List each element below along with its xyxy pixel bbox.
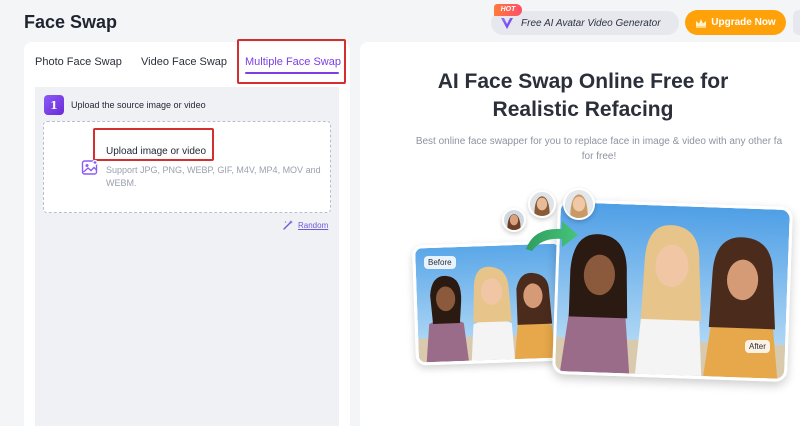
hero-subtitle: Best online face swapper for you to repl… (398, 134, 800, 162)
magic-wand-icon (283, 220, 293, 230)
after-photo (552, 198, 793, 383)
upload-format-hint: Support JPG, PNG, WEBP, GIF, M4V, MP4, M… (106, 165, 321, 188)
tab-photo-face-swap[interactable]: Photo Face Swap (35, 56, 122, 68)
random-label: Random (298, 220, 329, 230)
app-title: Face Swap (24, 12, 118, 32)
step-number-badge: 1 (44, 95, 64, 115)
source-face-avatar-3 (563, 188, 595, 220)
tab-highlight-box (237, 39, 346, 84)
upgrade-now-button[interactable]: Upgrade Now (685, 10, 786, 35)
header-edge-button[interactable] (793, 10, 800, 35)
image-icon (81, 159, 98, 175)
after-label: After (745, 340, 770, 353)
upload-button-label[interactable]: Upload image or video (106, 146, 206, 157)
hot-badge: HOT (494, 4, 522, 16)
swap-arrow-icon (526, 221, 578, 251)
random-link[interactable]: Random (282, 219, 328, 231)
before-label: Before (424, 256, 456, 269)
promo-label: Free AI Avatar Video Generator (521, 17, 661, 29)
hero-subtitle-line-1: Best online face swapper for you to repl… (415, 136, 783, 147)
source-face-avatar-2 (528, 190, 556, 218)
upgrade-label: Upgrade Now (711, 17, 776, 28)
crown-icon (696, 18, 707, 28)
hero-subtitle-line-2: for free! (581, 151, 617, 162)
source-face-avatar-1 (502, 208, 526, 232)
step-label: Upload the source image or video (71, 100, 206, 110)
tab-video-face-swap[interactable]: Video Face Swap (141, 56, 227, 68)
hero-title: AI Face Swap Online Free for Realistic R… (437, 70, 729, 121)
v-logo-icon (501, 18, 513, 29)
